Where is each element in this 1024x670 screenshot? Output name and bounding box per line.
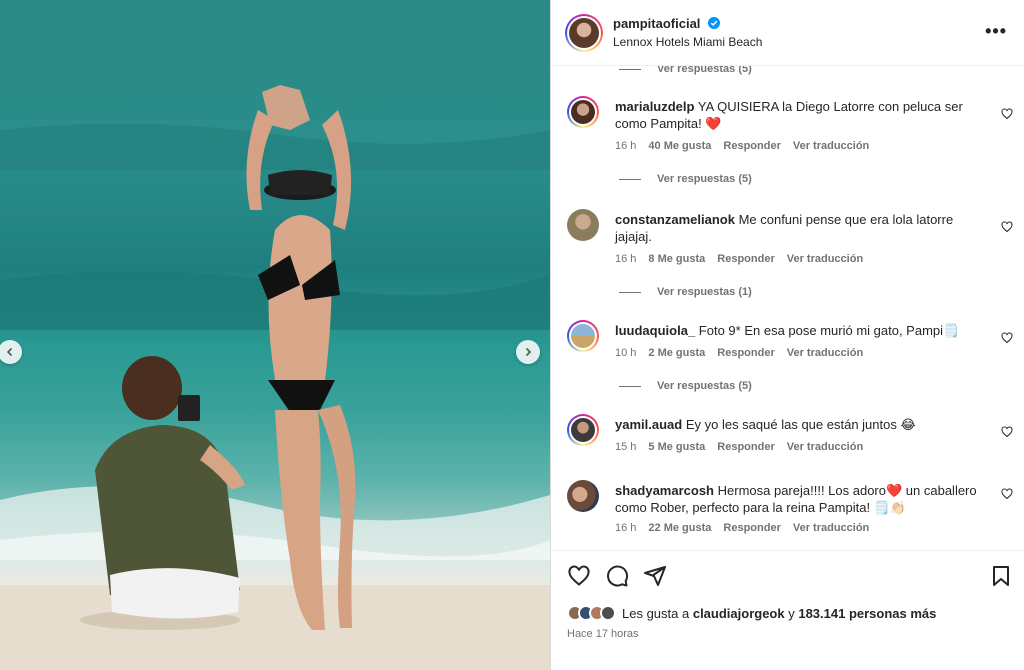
likes-prefix: Les gusta a [622,605,690,621]
next-photo-button[interactable] [516,340,540,364]
comment-avatar[interactable] [567,96,599,128]
view-replies-label: Ver respuestas (5) [657,380,752,392]
comment-like-heart-icon[interactable] [1001,488,1013,500]
comment-meta: 10 h 2 Me gusta Responder Ver traducción [615,347,863,359]
comment-username[interactable]: luudaquiola_ [615,323,695,338]
view-replies-label: Ver respuestas (1) [657,286,752,298]
comment-body: luudaquiola_ Foto 9* En esa pose murió m… [615,322,985,339]
view-replies-button[interactable]: Ver respuestas (5) [619,66,752,75]
chevron-left-icon [6,347,13,357]
profile-avatar[interactable] [565,14,603,52]
view-replies-button[interactable]: Ver respuestas (5) [619,380,752,392]
comment-meta: 16 h 8 Me gusta Responder Ver traducción [615,253,863,265]
comment-likes[interactable]: 2 Me gusta [648,347,705,359]
likes-others-link[interactable]: 183.141 personas más [798,606,936,621]
translate-button[interactable]: Ver traducción [787,253,863,265]
comment-username[interactable]: shadyamarcosh [615,483,714,498]
comment-username[interactable]: yamil.auad [615,417,682,432]
comment-icon[interactable] [605,564,629,588]
comment-text: Foto 9* En esa pose murió mi gato, Pampi… [698,323,960,338]
post-actions: Les gusta a claudiajorgeok y 183.141 per… [551,550,1024,670]
comment-likes[interactable]: 40 Me gusta [648,140,711,152]
comment-likes[interactable]: 8 Me gusta [648,253,705,265]
comment-text: Ey yo les saqué las que están juntos 😂 [685,417,916,432]
comment-meta: 16 h 22 Me gusta Responder Ver traducció… [615,522,869,534]
heart-icon[interactable] [567,564,591,588]
translate-button[interactable]: Ver traducción [787,441,863,453]
likers-avatars[interactable] [567,605,616,621]
post-time: Hace 17 horas [567,628,639,640]
comment-like-heart-icon[interactable] [1001,108,1013,120]
comment-likes[interactable]: 5 Me gusta [648,441,705,453]
reply-button[interactable]: Responder [717,441,774,453]
post-side-panel: pampitaoficial Lennox Hotels Miami Beach… [550,0,1024,670]
comment-time: 16 h [615,522,637,534]
comment-like-heart-icon[interactable] [1001,221,1013,233]
comment-meta: 15 h 5 Me gusta Responder Ver traducción [615,441,863,453]
comment-time: 10 h [615,347,637,359]
comment-body: constanzamelianok Me confuni pense que e… [615,211,985,245]
likes-user-link[interactable]: claudiajorgeok [693,606,785,621]
chevron-right-icon [525,347,532,357]
comment-avatar[interactable] [567,414,599,446]
comment-username[interactable]: constanzamelianok [615,212,735,227]
comment-like-heart-icon[interactable] [1001,426,1013,438]
comment-body: shadyamarcosh Hermosa pareja!!!! Los ado… [615,482,985,516]
comment-avatar[interactable] [567,209,599,241]
comment-time: 16 h [615,140,637,152]
translate-button[interactable]: Ver traducción [787,347,863,359]
comment-like-heart-icon[interactable] [1001,332,1013,344]
comment-meta: 16 h 40 Me gusta Responder Ver traducció… [615,140,869,152]
comment-username[interactable]: marialuzdelp [615,99,694,114]
likes-summary: Les gusta a claudiajorgeok y 183.141 per… [567,605,936,621]
comments-list: Ver respuestas (5) marialuzdelp YA QUISI… [551,66,1024,550]
reply-button[interactable]: Responder [723,140,780,152]
translate-button[interactable]: Ver traducción [793,140,869,152]
translate-button[interactable]: Ver traducción [793,522,869,534]
comment-body: yamil.auad Ey yo les saqué las que están… [615,416,985,433]
post-photo [0,0,550,670]
more-options-icon[interactable]: ••• [985,22,1007,40]
view-replies-label: Ver respuestas (5) [657,173,752,185]
verified-badge-icon [708,17,720,29]
bookmark-icon[interactable] [989,564,1013,588]
reply-button[interactable]: Responder [717,253,774,265]
reply-button[interactable]: Responder [717,347,774,359]
comment-avatar[interactable] [567,320,599,352]
share-icon[interactable] [643,564,667,588]
comment-time: 16 h [615,253,637,265]
view-replies-button[interactable]: Ver respuestas (5) [619,173,752,185]
comment-avatar[interactable] [567,480,599,512]
comment-time: 15 h [615,441,637,453]
view-replies-label: Ver respuestas (5) [657,66,752,75]
post-username[interactable]: pampitaoficial [613,16,700,31]
comment-body: marialuzdelp YA QUISIERA la Diego Latorr… [615,98,985,132]
post-location[interactable]: Lennox Hotels Miami Beach [613,35,762,49]
view-replies-button[interactable]: Ver respuestas (1) [619,286,752,298]
likes-and: y [788,605,795,621]
reply-button[interactable]: Responder [723,522,780,534]
beach-photo-image [0,0,550,670]
comment-likes[interactable]: 22 Me gusta [648,522,711,534]
post-header: pampitaoficial Lennox Hotels Miami Beach… [551,0,1024,66]
